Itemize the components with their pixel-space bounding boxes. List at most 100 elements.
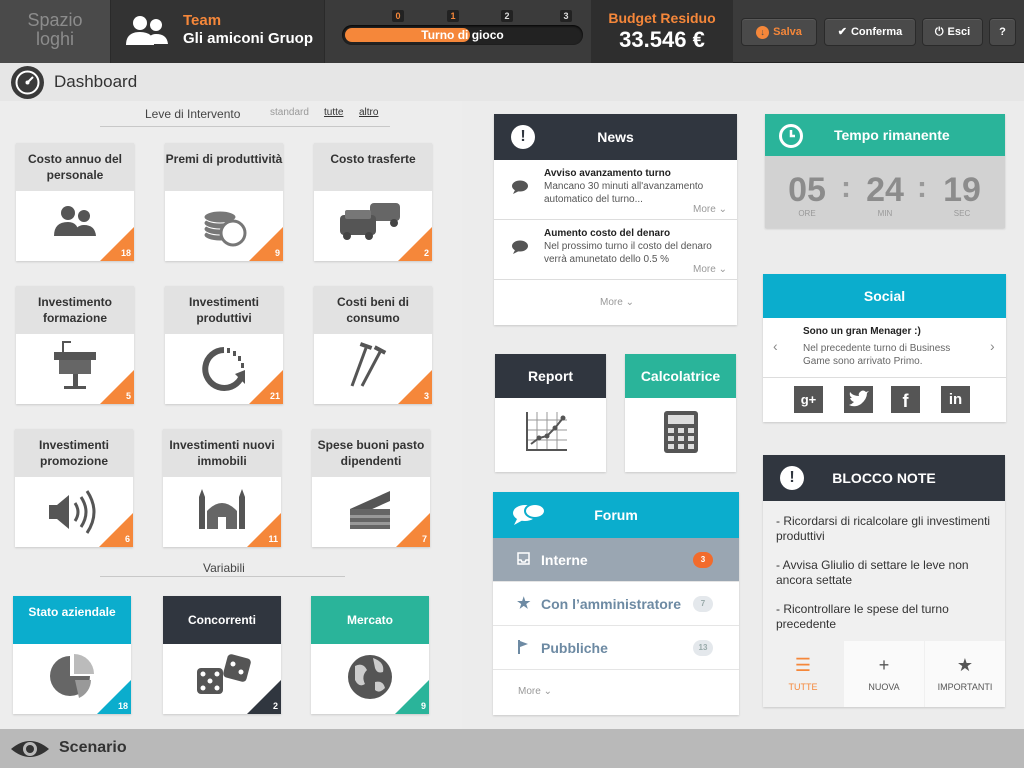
star-icon: ★ [956, 655, 974, 675]
lever-card-immobili[interactable]: Investimenti nuovi immobili 11 [163, 429, 281, 547]
lever-label: Investimenti produttivi [165, 286, 283, 334]
lever-label: Premi di produttività [165, 143, 283, 191]
facebook-icon[interactable]: f [891, 386, 920, 413]
lever-card-promozione[interactable]: Investimenti promozione 6 [15, 429, 133, 547]
news-item-desc: Mancano 30 minuti all'avanzamento automa… [544, 181, 704, 205]
news-item-desc: Nel prossimo turno il costo del denaro v… [544, 241, 712, 265]
social-post-text: Nel precedente turno di Business Game so… [803, 343, 951, 367]
turn-label: Turno di gioco [421, 28, 504, 42]
calculator-icon [664, 411, 698, 453]
save-label: Salva [773, 26, 802, 38]
exclamation-icon: ! [511, 125, 535, 149]
star-icon: ★ [517, 595, 531, 612]
turn-tick-0: 0 [392, 10, 404, 22]
news-more-link[interactable]: More ⌄ [600, 297, 634, 308]
lever-card-trasferte[interactable]: Costo trasferte 2 [314, 143, 432, 261]
notes-tab-new[interactable]: + NUOVA [844, 641, 924, 707]
lever-count: 6 [124, 534, 130, 544]
next-arrow-icon[interactable]: › [990, 338, 995, 354]
lever-card-personale[interactable]: Costo annuo del personale 18 [16, 143, 134, 261]
notes-tab-important[interactable]: ★ IMPORTANTI [925, 641, 1005, 707]
lever-card-buoni-pasto[interactable]: Spese buoni pasto dipendenti 7 [312, 429, 430, 547]
levers-title: Leve di Intervento [145, 107, 241, 121]
note-item[interactable]: - Ricontrollare le spese del turno prece… [776, 602, 994, 632]
googleplus-icon[interactable]: g+ [794, 386, 823, 413]
timer-seconds: 19 [943, 171, 981, 209]
news-panel: ! News Avviso avanzamento turno Mancano … [494, 114, 737, 325]
plus-icon: + [878, 655, 890, 675]
notes-header: ! BLOCCO NOTE [763, 455, 1005, 501]
save-button[interactable]: ↓ Salva [741, 18, 817, 46]
lever-label: Costo trasferte [314, 143, 432, 191]
variable-card-stato[interactable]: Stato aziendale 18 [13, 596, 131, 714]
variables-divider [100, 576, 345, 577]
lever-count: 9 [274, 248, 280, 258]
lever-count: 5 [125, 391, 131, 401]
exclamation-icon: ! [780, 466, 804, 490]
lever-count: 2 [423, 248, 429, 258]
timer-minutes: 24 [866, 171, 904, 209]
variable-card-concorrenti[interactable]: Concorrenti 2 [163, 596, 281, 714]
social-panel: Social ‹ › Sono un gran Menager :) Nel p… [763, 274, 1006, 422]
news-item-more[interactable]: More ⌄ [693, 204, 727, 215]
variable-label: Concorrenti [163, 596, 281, 644]
confirm-button[interactable]: ✔ Conferma [824, 18, 916, 46]
forum-more-label: More [518, 686, 541, 697]
news-item-more-label: More [693, 264, 716, 275]
news-item-more[interactable]: More ⌄ [693, 264, 727, 275]
lever-count: 11 [268, 534, 278, 544]
filter-standard[interactable]: standard [270, 107, 309, 118]
timer-unit-minutes: MIN [877, 209, 893, 218]
twitter-icon[interactable] [844, 386, 873, 413]
forum-more-link[interactable]: More ⌄ [518, 686, 552, 697]
gauge-icon [11, 66, 44, 99]
lever-count: 3 [423, 391, 429, 401]
variable-count: 2 [272, 701, 278, 711]
variable-card-mercato[interactable]: Mercato 9 [311, 596, 429, 714]
prev-arrow-icon[interactable]: ‹ [773, 338, 778, 354]
help-button[interactable]: ? [989, 18, 1016, 46]
lever-card-formazione[interactable]: Investimento formazione 5 [16, 286, 134, 404]
turn-bar: Turno di gioco [342, 25, 583, 45]
forum-row-pubbliche[interactable]: Pubbliche 13 [493, 626, 739, 670]
forum-row-label: Con l’amministratore [541, 596, 682, 612]
flag-icon [518, 640, 528, 654]
linkedin-icon[interactable]: in [941, 386, 970, 413]
lever-label: Investimenti promozione [15, 429, 133, 477]
budget-value: 33.546 € [619, 27, 705, 52]
forum-row-amministratore[interactable]: ★ Con l’amministratore 7 [493, 582, 739, 626]
filter-tutte[interactable]: tutte [324, 107, 343, 118]
timer-header: Tempo rimanente [765, 114, 1005, 156]
note-item[interactable]: - Ricordarsi di ricalcolare gli investim… [776, 514, 994, 544]
news-item[interactable]: Avviso avanzamento turno Mancano 30 minu… [494, 160, 737, 220]
lever-card-consumo[interactable]: Costi beni di consumo 3 [314, 286, 432, 404]
lever-card-premi[interactable]: Premi di produttività 9 [165, 143, 283, 261]
timer-separator: : [841, 171, 851, 204]
forum-row-label: Pubbliche [541, 640, 608, 656]
team-name: Gli amiconi Gruop [183, 30, 314, 47]
lever-card-produttivi[interactable]: Investimenti produttivi 21 [165, 286, 283, 404]
news-item-more-label: More [693, 204, 716, 215]
scenario-title: Scenario [59, 739, 127, 756]
exit-label: Esci [947, 26, 971, 38]
note-item[interactable]: - Avvisa Gliulio di settare le leve non … [776, 558, 994, 588]
calculator-card[interactable]: Calcolatrice [625, 354, 736, 472]
notes-tab-label: NUOVA [868, 682, 900, 692]
forum-row-interne[interactable]: Interne 3 [493, 538, 739, 582]
report-card[interactable]: Report [495, 354, 606, 472]
calculator-title: Calcolatrice [625, 354, 736, 398]
notes-tab-all[interactable]: ☰ TUTTE [763, 641, 843, 707]
lever-label: Spese buoni pasto dipendenti [312, 429, 430, 477]
exit-button[interactable]: ⏻ Esci [922, 18, 983, 46]
news-header: ! News [494, 114, 737, 160]
news-item[interactable]: Aumento costo del denaro Nel prossimo tu… [494, 220, 737, 280]
filter-altro[interactable]: altro [359, 107, 378, 118]
lever-count: 21 [269, 391, 280, 401]
levers-divider [100, 126, 390, 127]
chat-icon [513, 503, 546, 525]
notes-tab-label: TUTTE [788, 682, 818, 692]
line-chart-icon [526, 412, 567, 451]
news-item-title: Aumento costo del denaro [544, 228, 671, 239]
scenario-bar[interactable]: Scenario [0, 729, 1024, 768]
team-icon [126, 16, 168, 45]
